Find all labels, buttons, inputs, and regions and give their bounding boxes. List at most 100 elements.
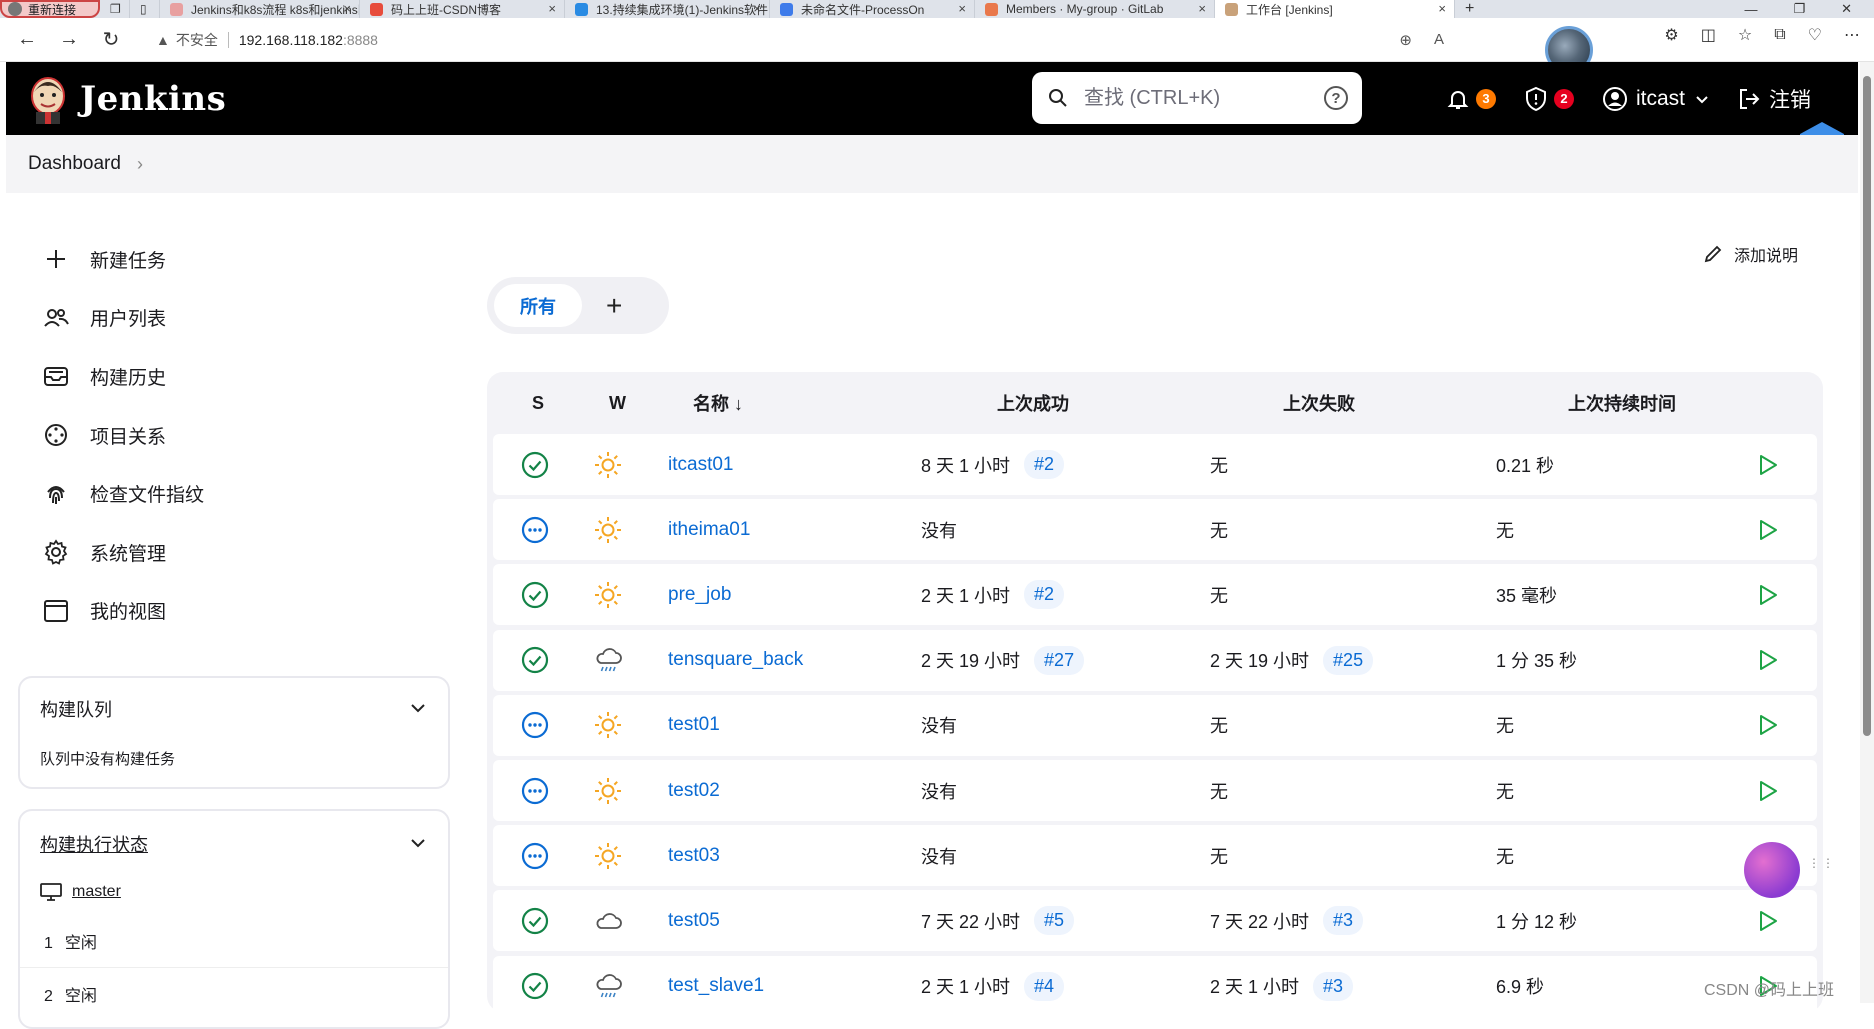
rain-weather-icon[interactable] [593, 971, 623, 1001]
executor-node[interactable]: master [40, 883, 428, 902]
page-scrollbar[interactable] [1860, 62, 1874, 1003]
add-description-button[interactable]: 添加说明 [1702, 242, 1798, 266]
browser-tab[interactable]: 未命名文件-ProcessOn × [770, 0, 975, 18]
job-name-link[interactable]: itcast01 [668, 454, 733, 476]
sunny-weather-icon[interactable] [593, 580, 623, 610]
success-status-icon[interactable] [521, 581, 549, 609]
new-view-button[interactable]: + [606, 290, 622, 322]
not-built-status-icon[interactable] [521, 711, 549, 739]
not-built-status-icon[interactable] [521, 516, 549, 544]
executor-status-title[interactable]: 构建执行状态 [40, 831, 428, 857]
job-name-link[interactable]: pre_job [668, 584, 731, 606]
task-new-item[interactable]: 新建任务 [18, 230, 458, 289]
build-number-link[interactable]: #4 [1024, 971, 1065, 1001]
task-build-history[interactable]: 构建历史 [18, 347, 458, 406]
job-name-link[interactable]: test02 [668, 780, 720, 802]
performance-icon[interactable]: ♡ [1808, 25, 1822, 45]
build-number-link[interactable]: #3 [1323, 906, 1364, 936]
job-name-link[interactable]: tensquare_back [668, 649, 803, 671]
scrollbar-thumb[interactable] [1863, 76, 1871, 736]
column-last-duration[interactable]: 上次持续时间 [1568, 390, 1676, 416]
build-number-link[interactable]: #2 [1024, 580, 1065, 610]
zoom-icon[interactable]: ⊕ [1399, 31, 1412, 49]
not-built-status-icon[interactable] [521, 777, 549, 805]
url-field[interactable]: ▲ 不安全 192.168.118.182:8888 ⊕ A [146, 23, 1456, 56]
build-queue-title[interactable]: 构建队列 [40, 696, 428, 722]
reload-icon[interactable]: ↻ [96, 25, 126, 55]
assistant-float-icon[interactable] [1744, 842, 1800, 898]
breadcrumb-dashboard[interactable]: Dashboard [28, 153, 121, 175]
success-status-icon[interactable] [521, 646, 549, 674]
build-number-link[interactable]: #3 [1313, 971, 1354, 1001]
search-box[interactable]: ? [1032, 72, 1362, 124]
play-icon[interactable] [1755, 909, 1779, 933]
forward-icon[interactable]: → [54, 25, 84, 55]
column-status[interactable]: S [532, 393, 544, 414]
minimize-icon[interactable]: — [1744, 2, 1757, 17]
vertical-tabs-icon[interactable]: ▯ [130, 0, 160, 18]
not-built-status-icon[interactable] [521, 842, 549, 870]
extensions-icon[interactable]: ⚙ [1664, 25, 1678, 45]
breadcrumb-chevron-icon[interactable]: › [137, 154, 143, 175]
success-status-icon[interactable] [521, 972, 549, 1000]
jenkins-title[interactable]: Jenkins [80, 79, 226, 119]
reconnect-button[interactable]: 重新连接 [0, 0, 100, 18]
close-icon[interactable]: × [548, 1, 556, 16]
task-fingerprint[interactable]: 检查文件指纹 [18, 464, 458, 523]
play-icon[interactable] [1755, 779, 1779, 803]
tab-all[interactable]: 所有 [494, 284, 582, 327]
build-number-link[interactable]: #2 [1024, 450, 1065, 479]
sunny-weather-icon[interactable] [593, 841, 623, 871]
collections-icon[interactable]: ⧉ [1774, 26, 1785, 44]
build-number-link[interactable]: #5 [1034, 906, 1075, 936]
column-weather[interactable]: W [609, 393, 626, 414]
notifications-button[interactable]: 3 [1446, 87, 1496, 111]
close-window-icon[interactable]: ✕ [1841, 1, 1852, 17]
help-icon[interactable]: ? [1324, 86, 1348, 110]
column-last-failure[interactable]: 上次失败 [1283, 390, 1355, 416]
security-button[interactable]: 2 [1524, 86, 1574, 112]
play-icon[interactable] [1755, 453, 1779, 477]
play-icon[interactable] [1755, 518, 1779, 542]
play-icon[interactable] [1755, 713, 1779, 737]
play-icon[interactable] [1755, 583, 1779, 607]
play-icon[interactable] [1755, 648, 1779, 672]
job-name-link[interactable]: test05 [668, 910, 720, 932]
new-tab-button[interactable]: + [1455, 0, 1495, 18]
read-aloud-icon[interactable]: A [1434, 31, 1444, 49]
back-icon[interactable]: ← [12, 25, 42, 55]
job-name-link[interactable]: itheima01 [668, 519, 750, 541]
sunny-weather-icon[interactable] [593, 515, 623, 545]
browser-tab-active[interactable]: 工作台 [Jenkins] × [1215, 0, 1455, 18]
task-project-relationship[interactable]: 项目关系 [18, 406, 458, 465]
build-number-link[interactable]: #27 [1034, 645, 1085, 675]
column-last-success[interactable]: 上次成功 [997, 390, 1069, 416]
job-name-link[interactable]: test03 [668, 845, 720, 867]
close-icon[interactable]: × [343, 1, 351, 16]
task-people[interactable]: 用户列表 [18, 289, 458, 348]
task-my-views[interactable]: 我的视图 [18, 582, 458, 641]
more-icon[interactable]: ⋯ [1844, 25, 1860, 45]
rain-weather-icon[interactable] [593, 645, 623, 675]
browser-tab[interactable]: 13.持续集成环境(1)-Jenkins软件 × [565, 0, 770, 18]
maximize-icon[interactable]: ❐ [1793, 1, 1805, 17]
close-icon[interactable]: × [958, 1, 966, 16]
browser-tab[interactable]: Jenkins和k8s流程 k8s和jenkins区 × [160, 0, 360, 18]
success-status-icon[interactable] [521, 907, 549, 935]
sunny-weather-icon[interactable] [593, 710, 623, 740]
column-name[interactable]: 名称 ↓ [693, 390, 743, 416]
search-input[interactable] [1084, 86, 1324, 110]
sunny-weather-icon[interactable] [593, 776, 623, 806]
browser-tab[interactable]: Members · My-group · GitLab × [975, 0, 1215, 18]
job-name-link[interactable]: test01 [668, 714, 720, 736]
success-status-icon[interactable] [521, 451, 549, 479]
logout-button[interactable]: 注销 [1737, 84, 1811, 114]
favorites-icon[interactable]: ☆ [1738, 25, 1752, 45]
task-manage-jenkins[interactable]: 系统管理 [18, 523, 458, 582]
job-name-link[interactable]: test_slave1 [668, 975, 764, 997]
browser-tab[interactable]: 码上上班-CSDN博客 × [360, 0, 565, 18]
drag-handle-icon[interactable]: ⋮⋮ [1808, 857, 1834, 882]
cloudy-weather-icon[interactable] [593, 906, 623, 936]
user-menu[interactable]: itcast [1602, 86, 1709, 112]
close-icon[interactable]: × [753, 1, 761, 16]
